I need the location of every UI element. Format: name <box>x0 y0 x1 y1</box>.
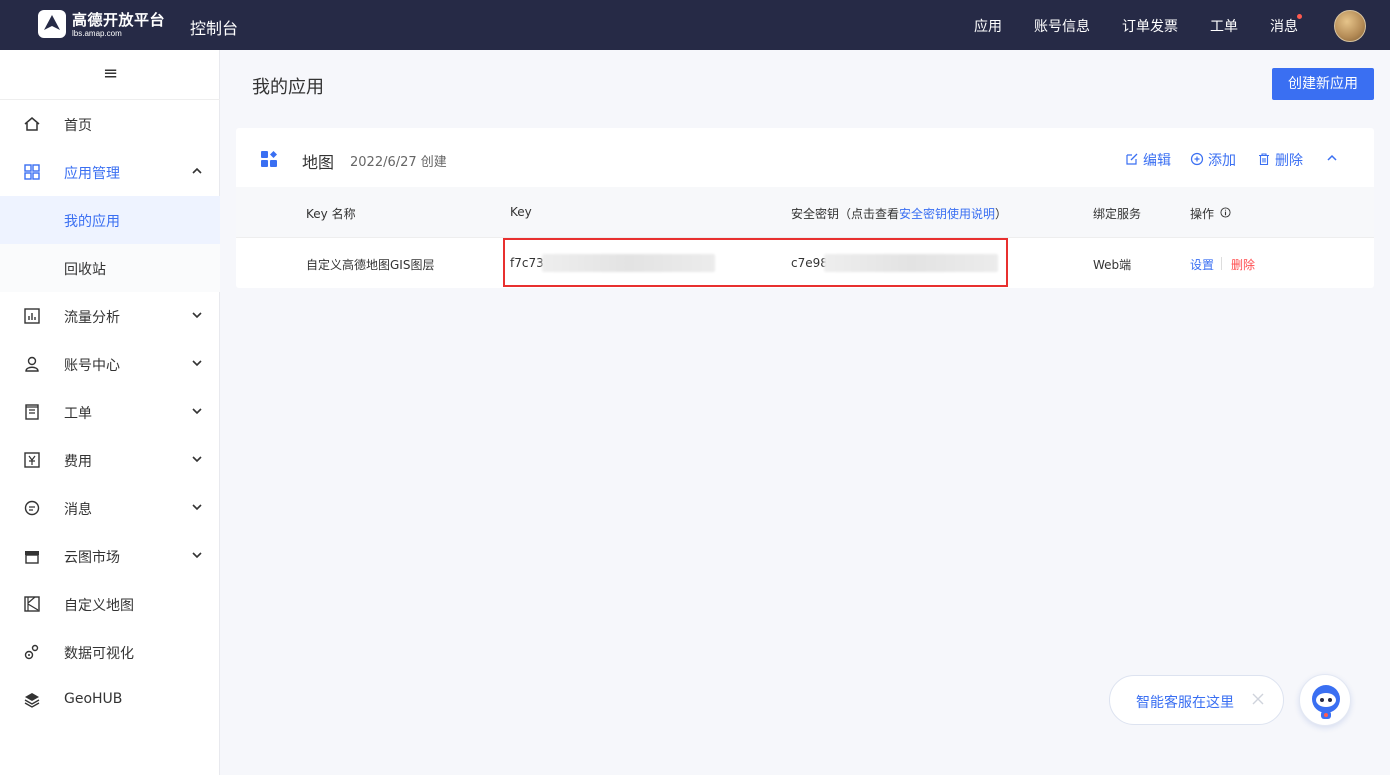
sidebar-item-custom-map[interactable]: 自定义地图 <box>0 580 220 628</box>
customer-service-label[interactable]: 智能客服在这里 <box>1136 692 1234 712</box>
sidebar-item-label: 我的应用 <box>64 214 120 230</box>
secret-help-link[interactable]: 安全密钥使用说明 <box>899 207 995 221</box>
edit-label: 编辑 <box>1143 153 1171 169</box>
sidebar-item-label: 费用 <box>64 454 92 470</box>
brand-subtitle: lbs.amap.com <box>72 29 122 38</box>
table-header: Key 名称 Key 安全密钥（点击查看安全密钥使用说明） 绑定服务 操作 <box>236 187 1374 237</box>
app-grid-icon <box>261 151 277 167</box>
divider <box>1221 257 1222 270</box>
yuan-icon <box>24 452 40 468</box>
sidebar-item-billing[interactable]: 费用 <box>0 436 220 484</box>
sidebar-item-label: 数据可视化 <box>64 646 134 662</box>
plus-circle-icon <box>1190 152 1204 166</box>
app-name: 地图 <box>302 153 335 172</box>
robot-assistant-icon[interactable] <box>1299 674 1351 726</box>
create-app-button[interactable]: 创建新应用 <box>1272 68 1374 100</box>
sidebar-item-account-center[interactable]: 账号中心 <box>0 340 220 388</box>
robot-face-icon <box>1312 685 1340 719</box>
top-header: 高德开放平台 lbs.amap.com 控制台 应用 账号信息 订单发票 工单 … <box>0 0 1390 50</box>
close-icon[interactable] <box>1250 691 1266 707</box>
sidebar-item-recycle-bin[interactable]: 回收站 <box>0 244 220 292</box>
sidebar-item-label: 云图市场 <box>64 550 120 566</box>
nav-orders-invoices[interactable]: 订单发票 <box>1122 16 1178 36</box>
map-icon <box>24 596 40 612</box>
key-name-cell: 自定义高德地图GIS图层 <box>306 258 435 272</box>
service-cell: Web端 <box>1093 258 1132 272</box>
message-icon <box>24 500 40 516</box>
chart-icon <box>24 308 40 324</box>
delete-key-link[interactable]: 删除 <box>1231 256 1255 273</box>
sidebar-item-label: 工单 <box>64 406 92 422</box>
sidebar-item-label: 自定义地图 <box>64 598 134 614</box>
sidebar-item-app-management[interactable]: 应用管理 <box>0 148 220 196</box>
col-ops-label: 操作 <box>1190 207 1215 221</box>
visualization-icon <box>24 644 39 660</box>
info-icon[interactable] <box>1220 207 1231 218</box>
col-ops: 操作 <box>1190 205 1231 222</box>
amap-logo-icon[interactable] <box>36 8 68 40</box>
sidebar-item-label: 回收站 <box>64 262 106 278</box>
nav-messages[interactable]: 消息 <box>1270 16 1298 36</box>
console-title[interactable]: 控制台 <box>190 15 238 39</box>
trash-icon <box>1259 153 1269 166</box>
chevron-down-icon <box>192 504 202 511</box>
col-secret-prefix: 安全密钥（点击查看 <box>791 207 900 221</box>
col-key: Key <box>510 205 532 219</box>
sidebar: ≡ 首页 应用管理 我的应用 回收站 流量分析 账号中心 工单 费用 消息 云图… <box>0 50 220 775</box>
nav-account-info[interactable]: 账号信息 <box>1034 16 1090 36</box>
sidebar-item-label: GeoHUB <box>64 691 123 707</box>
user-icon <box>25 356 39 372</box>
col-service: 绑定服务 <box>1093 207 1142 221</box>
app-created-date: 2022/6/27 创建 <box>350 155 447 170</box>
chevron-up-icon[interactable] <box>1324 150 1340 166</box>
nav-apps[interactable]: 应用 <box>974 16 1002 36</box>
customer-service-widget[interactable]: 智能客服在这里 <box>1109 675 1284 725</box>
menu-icon[interactable]: ≡ <box>103 63 118 84</box>
avatar[interactable] <box>1334 10 1366 42</box>
chevron-down-icon <box>192 552 202 559</box>
add-label: 添加 <box>1208 153 1236 169</box>
delete-label: 删除 <box>1275 153 1303 169</box>
brand-title: 高德开放平台 <box>72 11 166 29</box>
chevron-up-icon <box>192 167 202 174</box>
sidebar-item-traffic-analysis[interactable]: 流量分析 <box>0 292 220 340</box>
chevron-down-icon <box>192 360 202 367</box>
store-icon <box>25 551 39 564</box>
sidebar-item-cloud-market[interactable]: 云图市场 <box>0 532 220 580</box>
sidebar-item-home[interactable]: 首页 <box>0 100 220 148</box>
settings-link[interactable]: 设置 <box>1190 256 1214 273</box>
sidebar-toggle[interactable]: ≡ <box>0 50 220 100</box>
highlight-box <box>503 238 1008 287</box>
sidebar-item-my-apps[interactable]: 我的应用 <box>0 196 220 244</box>
sidebar-item-messages[interactable]: 消息 <box>0 484 220 532</box>
sidebar-item-label: 消息 <box>64 502 92 518</box>
chevron-down-icon <box>192 312 202 319</box>
page-title: 我的应用 <box>252 77 324 98</box>
sidebar-item-data-visualization[interactable]: 数据可视化 <box>0 628 220 676</box>
chevron-down-icon <box>192 456 202 463</box>
sidebar-item-tickets[interactable]: 工单 <box>0 388 220 436</box>
sidebar-item-label: 流量分析 <box>64 310 120 326</box>
sidebar-item-label: 应用管理 <box>64 166 120 182</box>
col-secret-suffix: ） <box>995 207 1008 221</box>
col-key-name: Key 名称 <box>306 207 356 221</box>
col-secret: 安全密钥（点击查看安全密钥使用说明） <box>791 205 1007 222</box>
chevron-down-icon <box>192 408 202 415</box>
edit-icon <box>1126 153 1138 165</box>
nav-tickets[interactable]: 工单 <box>1210 16 1238 36</box>
ticket-icon <box>25 404 39 420</box>
grid-icon <box>24 164 40 180</box>
unread-dot <box>1297 14 1302 19</box>
layers-icon <box>24 693 40 708</box>
sidebar-item-geohub[interactable]: GeoHUB <box>0 676 220 724</box>
sidebar-item-label: 账号中心 <box>64 358 120 374</box>
sidebar-item-label: 首页 <box>64 118 92 134</box>
home-icon <box>24 117 40 131</box>
